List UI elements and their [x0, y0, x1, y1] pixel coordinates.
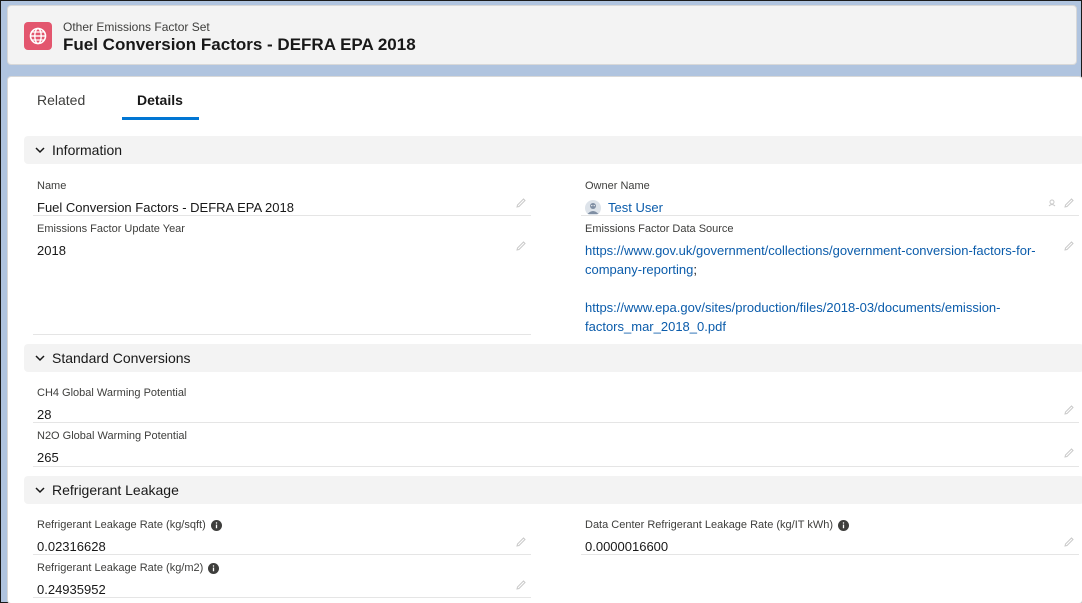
field-name: Name Fuel Conversion Factors - DEFRA EPA… [37, 179, 535, 217]
field-data-source: Emissions Factor Data Source https://www… [585, 222, 1065, 336]
field-ch4-gwp: CH4 Global Warming Potential 28 [37, 386, 1067, 424]
field-divider [581, 215, 1079, 216]
field-label: Emissions Factor Update Year [37, 223, 185, 235]
tab-details[interactable]: Details [137, 92, 183, 108]
link-text: company-reporting [585, 262, 694, 277]
record-header: Other Emissions Factor Set Fuel Conversi… [7, 5, 1077, 65]
info-icon[interactable] [208, 562, 220, 574]
separator: ; [693, 262, 698, 277]
field-value: 265 [37, 450, 59, 465]
edit-pencil-icon[interactable] [1063, 197, 1075, 209]
edit-pencil-icon[interactable] [515, 197, 527, 209]
field-dc-leakage-rate: Data Center Refrigerant Leakage Rate (kg… [585, 518, 1082, 556]
field-update-year: Emissions Factor Update Year 2018 [37, 222, 535, 260]
change-owner-icon[interactable] [1048, 197, 1060, 209]
field-label: Refrigerant Leakage Rate (kg/m2) [37, 562, 204, 574]
edit-pencil-icon[interactable] [515, 240, 527, 252]
tab-bar: Related Details [8, 77, 1082, 121]
link-text: https://www.epa.gov/sites/production/fil… [585, 300, 1001, 315]
record-detail-card: Related Details Information Name Fuel Co… [7, 76, 1082, 603]
link-text: https://www.gov.uk/government/collection… [585, 243, 1036, 258]
record-title: Fuel Conversion Factors - DEFRA EPA 2018 [63, 35, 416, 54]
data-source-value: https://www.gov.uk/government/collection… [585, 241, 1065, 336]
field-divider [33, 554, 531, 555]
field-owner: Owner Name Test User [585, 179, 1082, 217]
section-title: Standard Conversions [52, 350, 191, 366]
edit-pencil-icon[interactable] [515, 579, 527, 591]
data-source-link-epa[interactable]: https://www.epa.gov/sites/production/fil… [585, 300, 1001, 334]
edit-pencil-icon[interactable] [1063, 447, 1075, 459]
info-icon[interactable] [838, 519, 850, 531]
field-divider [581, 554, 1079, 555]
chevron-down-icon [35, 355, 45, 362]
edit-pencil-icon[interactable] [1063, 404, 1075, 416]
field-n2o-gwp: N2O Global Warming Potential 265 [37, 429, 1067, 467]
field-label: Data Center Refrigerant Leakage Rate (kg… [585, 519, 834, 531]
section-title: Refrigerant Leakage [52, 482, 179, 498]
chevron-down-icon [35, 147, 45, 154]
field-label: N2O Global Warming Potential [37, 430, 187, 442]
edit-pencil-icon[interactable] [1063, 536, 1075, 548]
object-type-label: Other Emissions Factor Set [63, 20, 210, 34]
field-divider [33, 334, 531, 335]
field-label-row: Refrigerant Leakage Rate (kg/sqft) [37, 518, 535, 532]
section-header-information[interactable]: Information [24, 136, 1082, 164]
active-tab-indicator [122, 117, 199, 120]
field-label: Name [37, 180, 67, 192]
user-avatar-icon [585, 199, 601, 216]
data-source-link-gov-uk[interactable]: https://www.gov.uk/government/collection… [585, 243, 1036, 277]
field-value: 2018 [37, 243, 66, 258]
tab-related[interactable]: Related [37, 92, 85, 108]
field-leakage-rate-sqft: Refrigerant Leakage Rate (kg/sqft) 0.023… [37, 518, 535, 556]
section-header-standard-conversions[interactable]: Standard Conversions [24, 344, 1082, 372]
section-title: Information [52, 142, 123, 158]
edit-pencil-icon[interactable] [1063, 240, 1075, 252]
field-divider [33, 422, 1079, 423]
field-leakage-rate-m2: Refrigerant Leakage Rate (kg/m2) 0.24935… [37, 561, 535, 599]
field-divider [33, 215, 531, 216]
chevron-down-icon [35, 487, 45, 494]
section-header-refrigerant-leakage[interactable]: Refrigerant Leakage [24, 476, 1082, 504]
field-label: Refrigerant Leakage Rate (kg/sqft) [37, 519, 206, 531]
field-label: CH4 Global Warming Potential [37, 387, 187, 399]
field-label-row: Data Center Refrigerant Leakage Rate (kg… [585, 518, 1082, 532]
edit-pencil-icon[interactable] [515, 536, 527, 548]
field-label-row: Refrigerant Leakage Rate (kg/m2) [37, 561, 535, 575]
field-divider [33, 466, 1079, 467]
field-label: Emissions Factor Data Source [585, 223, 734, 235]
link-text: factors_mar_2018_0.pdf [585, 319, 726, 334]
globe-icon [24, 22, 52, 50]
field-label: Owner Name [585, 180, 650, 192]
field-divider [33, 597, 531, 598]
info-icon[interactable] [210, 519, 222, 531]
